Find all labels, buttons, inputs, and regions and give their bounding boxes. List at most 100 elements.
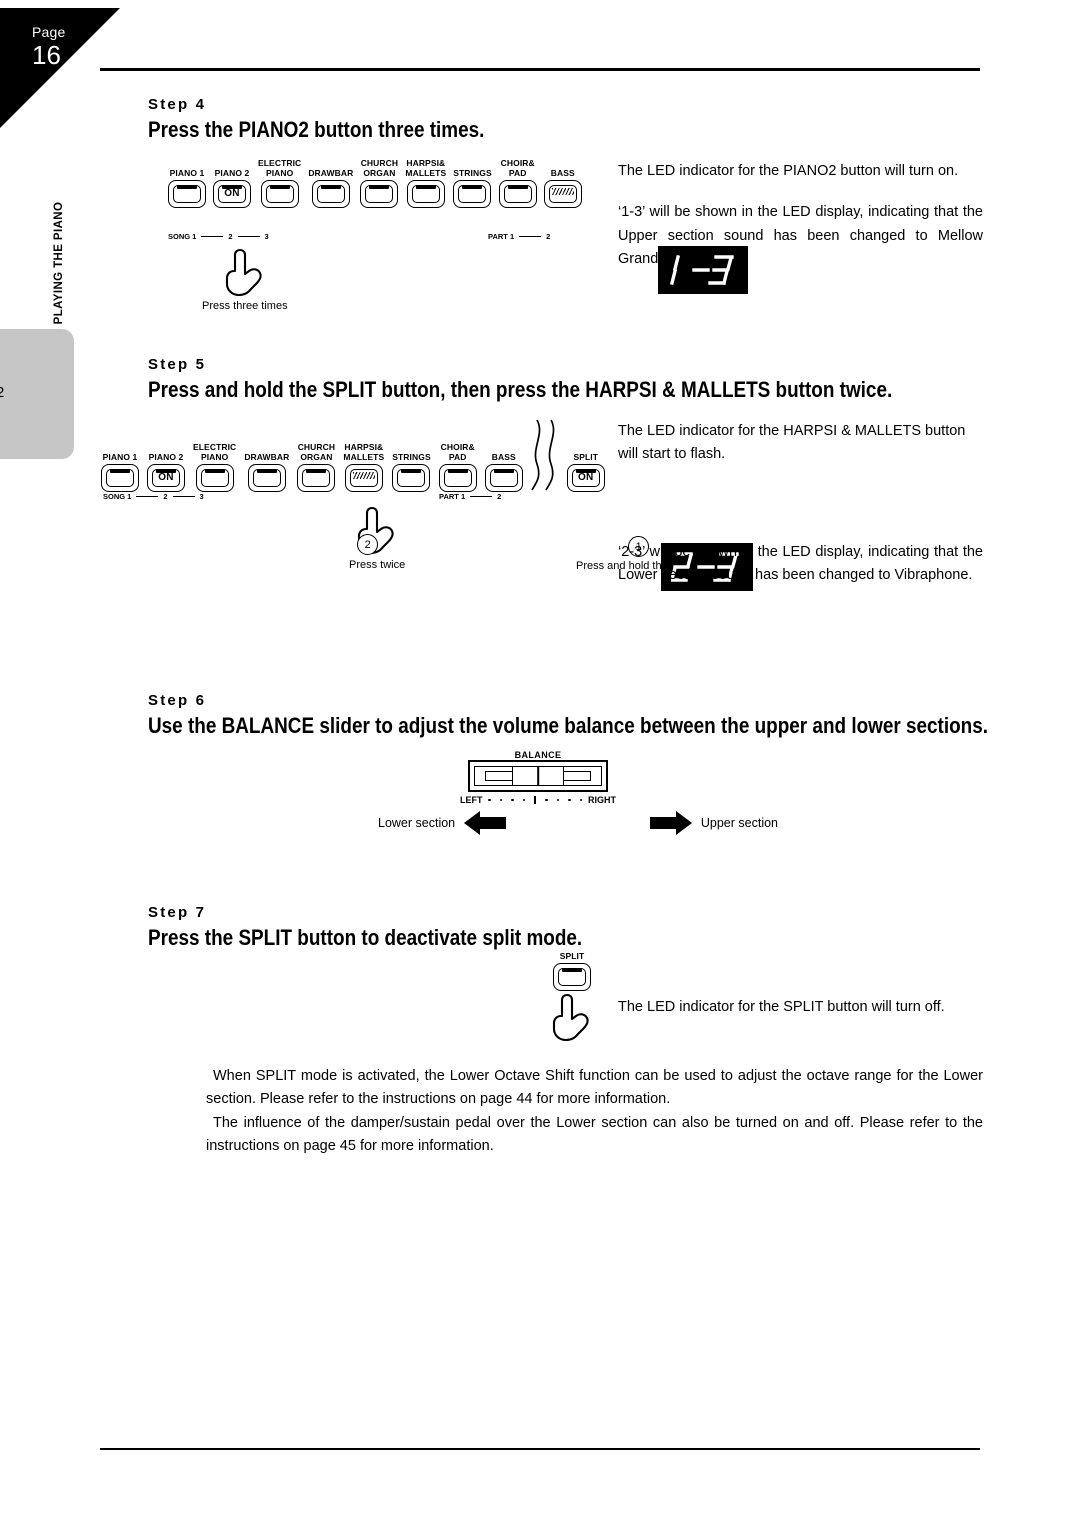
button-led-window: ON bbox=[152, 469, 180, 487]
button-body[interactable] bbox=[360, 180, 399, 208]
led-bar bbox=[507, 185, 528, 189]
button-caption: CHURCH ORGAN bbox=[297, 442, 336, 462]
balance-slider[interactable] bbox=[468, 760, 608, 792]
button-body[interactable] bbox=[297, 464, 336, 492]
button-body[interactable] bbox=[392, 464, 431, 492]
button-body[interactable] bbox=[260, 180, 299, 208]
hand-caption-left: Press twice bbox=[349, 559, 406, 571]
step-6-block: Step 6 Use the BALANCE slider to adjust … bbox=[148, 692, 989, 872]
slider-knob[interactable] bbox=[512, 766, 564, 786]
on-indicator-text: ON bbox=[158, 472, 174, 483]
led-bar bbox=[493, 469, 514, 473]
balance-title: BALANCE bbox=[514, 750, 562, 760]
step-5-text-column: The LED indicator for the HARPSI & MALLE… bbox=[618, 420, 983, 467]
panel-button-electric-piano[interactable]: ELECTRIC PIANO bbox=[193, 442, 236, 492]
led-bar bbox=[256, 469, 277, 473]
button-body[interactable] bbox=[438, 464, 477, 492]
step-5-text-column-2: ‘2-3’ will be shown in the LED display, … bbox=[618, 541, 983, 588]
group-dash bbox=[172, 495, 195, 498]
button-body[interactable] bbox=[498, 180, 537, 208]
led-bar bbox=[575, 469, 596, 473]
panel-button-church-organ[interactable]: CHURCH ORGAN bbox=[297, 442, 336, 492]
button-led-window: ON bbox=[218, 185, 246, 203]
chapter-name: PLAYING THE PIANO bbox=[52, 201, 65, 325]
panel-button-church-organ[interactable]: CHURCH ORGAN bbox=[360, 158, 399, 208]
chapter-tab: 2 PLAYING THE PIANO bbox=[0, 202, 74, 459]
scale-dot bbox=[511, 798, 514, 802]
button-body[interactable] bbox=[406, 180, 445, 208]
notes-block: When SPLIT mode is activated, the Lower … bbox=[148, 1065, 983, 1159]
part-group-value-2: 2 bbox=[497, 492, 502, 501]
split-button-body[interactable] bbox=[553, 963, 591, 992]
button-body[interactable]: ON bbox=[147, 464, 185, 492]
group-dash bbox=[201, 235, 224, 238]
part-group-label: PART 1 bbox=[439, 492, 466, 501]
button-body[interactable] bbox=[543, 180, 582, 208]
panel-button-harpsi-mallets[interactable]: HARPSI& MALLETS bbox=[405, 158, 446, 208]
step-marker-2: 2 bbox=[357, 534, 379, 555]
scale-dot bbox=[568, 798, 571, 802]
button-body[interactable] bbox=[344, 464, 383, 492]
balance-scale: LEFT RIGHT bbox=[460, 795, 616, 805]
led-bar bbox=[269, 185, 290, 189]
step-4-panel: PIANO 1 PIANO 2 ON ELECTRIC PIANO DRAWBA… bbox=[168, 158, 748, 312]
step-4-label: Step 4 bbox=[148, 96, 207, 113]
button-body[interactable] bbox=[195, 464, 234, 492]
lower-section-label: Lower section bbox=[378, 816, 456, 830]
button-body[interactable] bbox=[484, 464, 523, 492]
button-caption: PIANO 2 bbox=[214, 167, 250, 178]
button-caption: CHOIR& PAD bbox=[500, 158, 535, 178]
split-button-caption: SPLIT bbox=[559, 951, 585, 961]
button-body[interactable] bbox=[168, 180, 206, 208]
panel-button-piano1[interactable]: PIANO 1 bbox=[168, 158, 206, 208]
led-bar bbox=[177, 185, 197, 189]
flashing-led-hatch bbox=[352, 472, 375, 479]
scale-dot bbox=[499, 798, 503, 802]
step-5-panel: PIANO 1 PIANO 2 ON ELECTRIC PIANO DRAWBA… bbox=[101, 418, 753, 591]
button-led-window: ON bbox=[571, 469, 600, 487]
button-caption: HARPSI& MALLETS bbox=[343, 442, 385, 462]
step-7-block: Step 7 Press the SPLIT button to deactiv… bbox=[148, 904, 983, 1042]
button-body[interactable] bbox=[311, 180, 350, 208]
song-group-value-3: 3 bbox=[264, 232, 269, 241]
pointing-hand-icon bbox=[552, 994, 589, 1042]
button-led-window bbox=[411, 185, 440, 203]
scale-dot bbox=[522, 798, 526, 802]
step-6-title: Use the BALANCE slider to adjust the vol… bbox=[148, 713, 989, 738]
step-5-title: Press and hold the SPLIT button, then pr… bbox=[148, 377, 893, 402]
panel-button-piano1[interactable]: PIANO 1 bbox=[101, 442, 139, 492]
song-group-label: SONG 1 bbox=[168, 232, 197, 241]
panel-button-strings[interactable]: STRINGS bbox=[453, 158, 492, 208]
note-1: When SPLIT mode is activated, the Lower … bbox=[206, 1068, 983, 1108]
button-body[interactable] bbox=[453, 180, 492, 208]
button-body[interactable] bbox=[101, 464, 139, 492]
panel-button-split[interactable]: SPLIT ON bbox=[566, 442, 605, 492]
panel-button-bass[interactable]: BASS bbox=[484, 442, 523, 492]
button-caption: PIANO 2 bbox=[148, 451, 184, 462]
group-dash bbox=[136, 495, 159, 498]
panel-button-piano2[interactable]: PIANO 2 ON bbox=[147, 442, 185, 492]
button-body[interactable] bbox=[247, 464, 286, 492]
button-led-window bbox=[200, 469, 229, 487]
button-body[interactable]: ON bbox=[566, 464, 605, 492]
panel-button-drawbar[interactable]: DRAWBAR bbox=[308, 158, 353, 208]
panel-button-choir-pad[interactable]: CHOIR& PAD bbox=[438, 442, 477, 492]
button-body[interactable]: ON bbox=[213, 180, 251, 208]
group-dash bbox=[237, 235, 260, 238]
on-indicator-text: ON bbox=[578, 472, 594, 483]
panel-button-piano2[interactable]: PIANO 2 ON bbox=[213, 158, 251, 208]
panel-button-harpsi-mallets[interactable]: HARPSI& MALLETS bbox=[343, 442, 384, 492]
part-group-labels: PART 1 2 bbox=[439, 492, 501, 501]
song-group-labels: SONG 1 2 3 bbox=[168, 232, 269, 241]
panel-button-choir-pad[interactable]: CHOIR& PAD bbox=[498, 158, 537, 208]
step-4-paragraph-1: The LED indicator for the PIANO2 button … bbox=[618, 163, 959, 179]
scale-dot bbox=[579, 798, 583, 802]
panel-button-bass[interactable]: BASS bbox=[543, 158, 582, 208]
arrow-left-icon bbox=[464, 811, 507, 835]
panel-button-drawbar[interactable]: DRAWBAR bbox=[244, 442, 289, 492]
led-bar bbox=[562, 968, 582, 973]
panel-button-strings[interactable]: STRINGS bbox=[392, 442, 431, 492]
button-caption: CHURCH ORGAN bbox=[360, 158, 399, 178]
page-content: Step 4 Press the PIANO2 button three tim… bbox=[101, 96, 989, 1159]
panel-button-electric-piano[interactable]: ELECTRIC PIANO bbox=[258, 158, 301, 208]
